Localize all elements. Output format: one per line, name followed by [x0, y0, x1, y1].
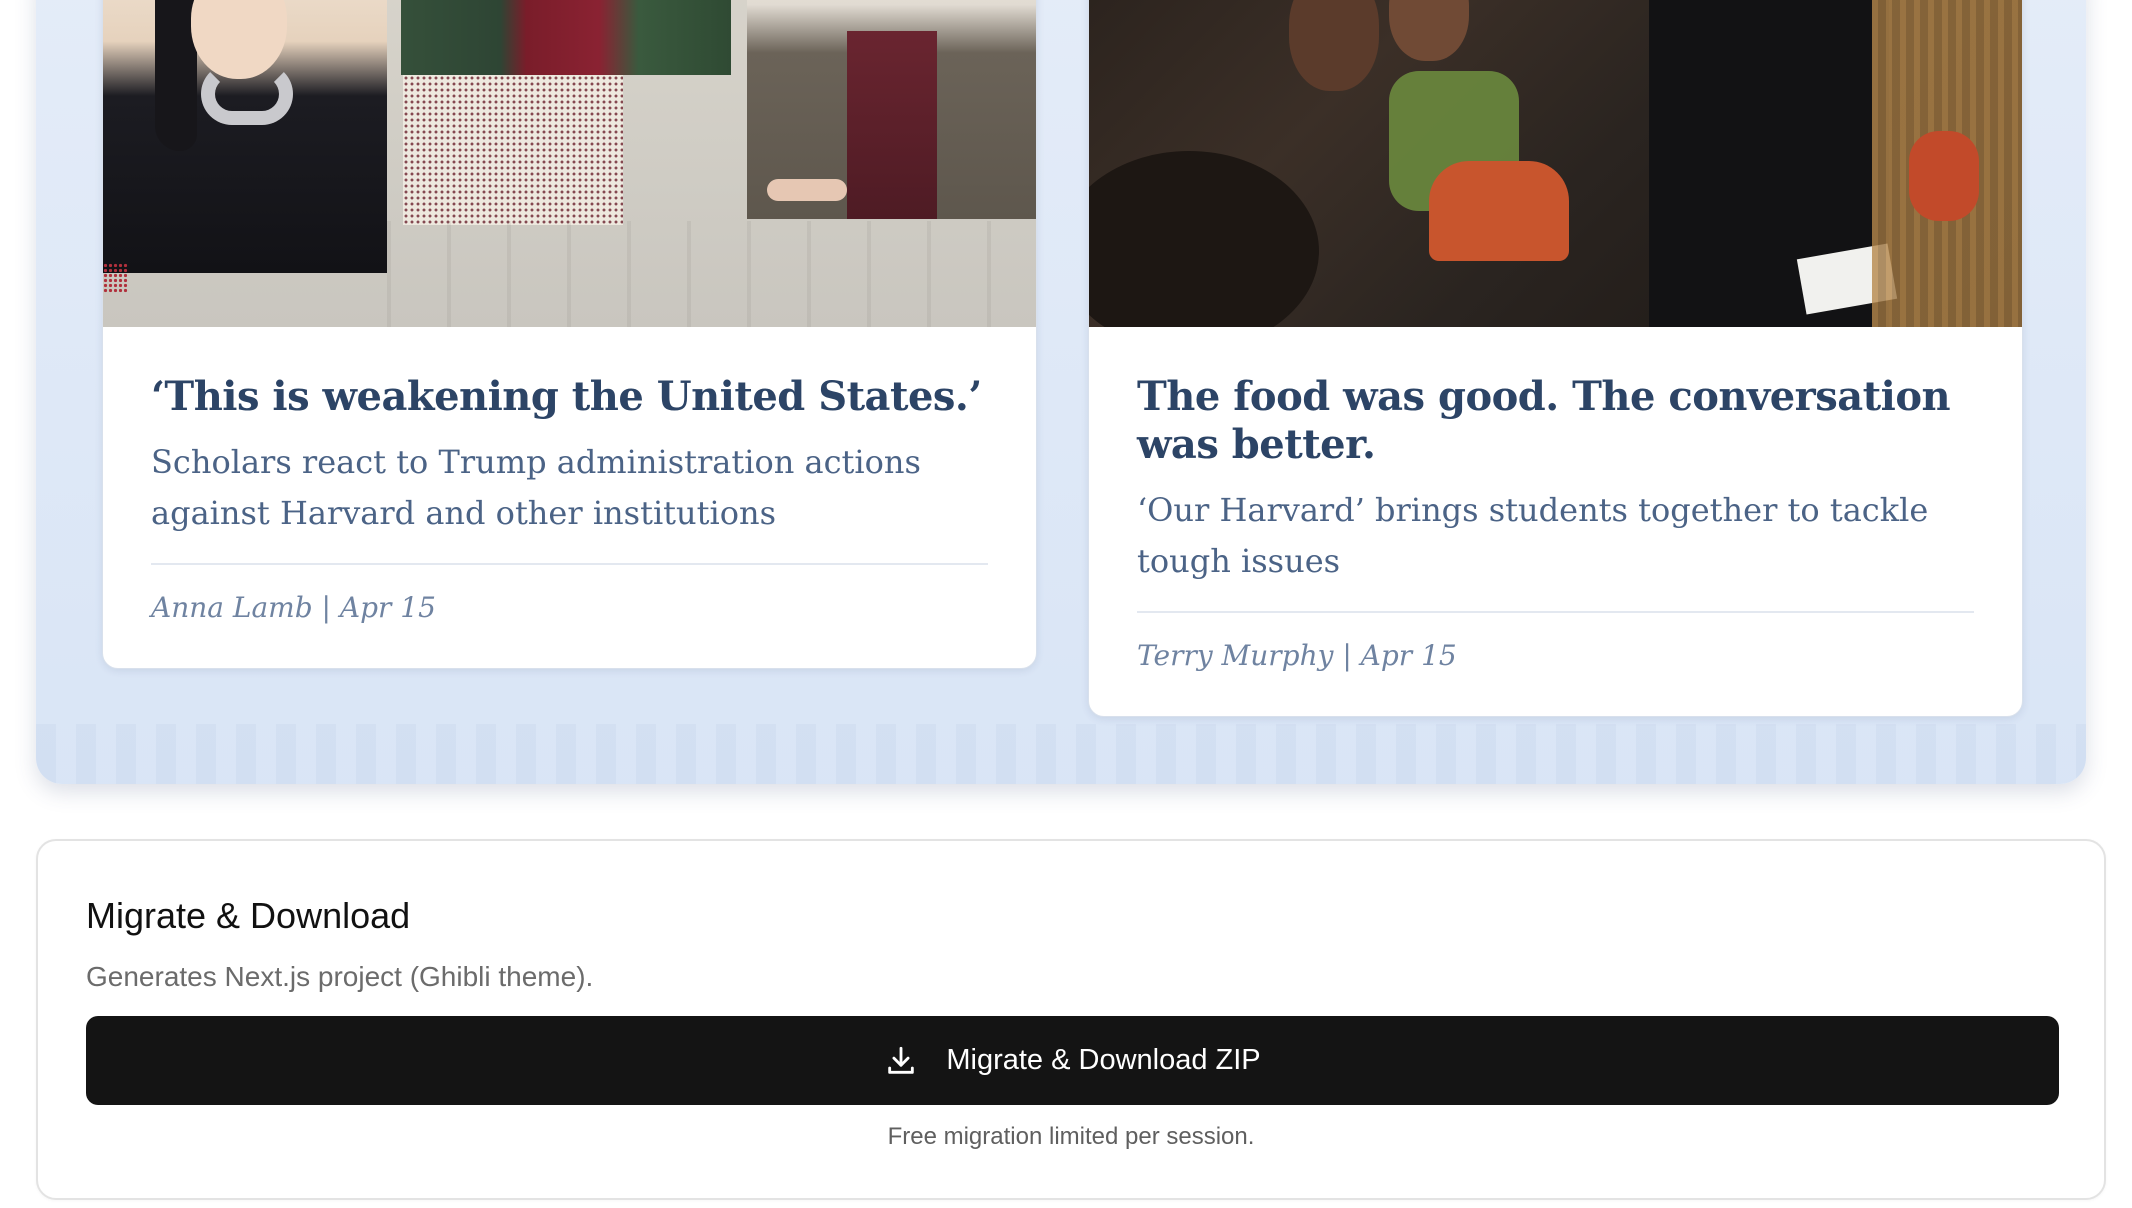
- article-byline: Anna Lamb | Apr 15: [151, 591, 436, 624]
- usage-note: Free migration limited per session.: [887, 1123, 1255, 1150]
- divider: [1137, 611, 1974, 613]
- article-card[interactable]: The food was good. The conversation was …: [1088, 0, 2023, 717]
- migrate-download-zip-button[interactable]: Migrate & Download ZIP: [86, 1016, 2059, 1105]
- button-label: Migrate & Download ZIP: [946, 1044, 1261, 1076]
- portrait-photo: [103, 0, 387, 273]
- article-title[interactable]: The food was good. The conversation was …: [1137, 373, 1974, 469]
- article-subtitle: ‘Our Harvard’ brings students together t…: [1137, 491, 1929, 580]
- article-body: ‘This is weakening the United States.’ S…: [103, 373, 1036, 624]
- article-subtitle: Scholars react to Trump administration a…: [151, 443, 921, 532]
- article-body: The food was good. The conversation was …: [1089, 373, 2022, 672]
- download-icon: [884, 1044, 918, 1078]
- page: ‘This is weakening the United States.’ S…: [0, 0, 2132, 1208]
- panel-bottom-texture: [36, 724, 2086, 784]
- article-byline: Terry Murphy | Apr 15: [1137, 639, 1457, 672]
- halftone-pattern: [103, 263, 129, 293]
- article-image: [1089, 0, 2022, 327]
- article-image: [103, 0, 1036, 327]
- article-card[interactable]: ‘This is weakening the United States.’ S…: [102, 0, 1037, 669]
- divider: [151, 563, 988, 565]
- article-title[interactable]: ‘This is weakening the United States.’: [151, 373, 988, 421]
- migrate-download-panel: Migrate & Download Generates Next.js pro…: [36, 839, 2106, 1200]
- halftone-pattern: [403, 75, 623, 225]
- portrait-photo: [747, 0, 1036, 219]
- panel-description: Generates Next.js project (Ghibli theme)…: [86, 961, 594, 992]
- panel-title: Migrate & Download: [86, 895, 411, 936]
- site-preview-panel: ‘This is weakening the United States.’ S…: [36, 0, 2086, 784]
- portrait-photo: [401, 0, 731, 75]
- ground-texture: [387, 221, 1036, 327]
